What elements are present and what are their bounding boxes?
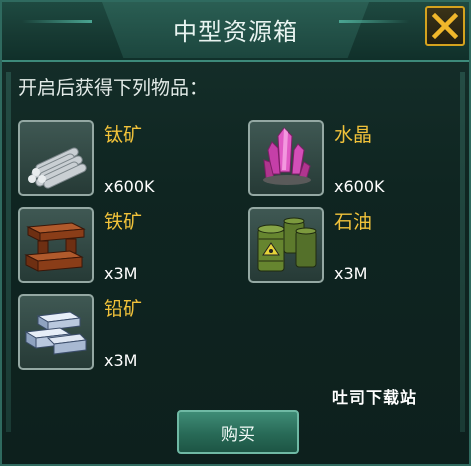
reward-thumb — [248, 120, 324, 196]
reward-item: 铁矿 x3M — [18, 207, 238, 287]
lead-ingots-icon — [24, 311, 88, 355]
reward-description: 开启后获得下列物品： — [18, 77, 209, 99]
reward-item: 钛矿 x600K — [18, 120, 238, 200]
title-bar: 中型资源箱 — [2, 2, 469, 62]
reward-item: 石油 x3M — [248, 207, 468, 287]
oil-barrels-icon — [257, 217, 317, 272]
reward-name: 铅矿 — [104, 298, 143, 320]
crystal-icon — [263, 127, 311, 185]
close-icon — [431, 12, 459, 40]
dialog-title: 中型资源箱 — [173, 18, 298, 46]
reward-name: 铁矿 — [104, 211, 143, 233]
reward-name: 钛矿 — [104, 124, 143, 146]
watermark-text: 吐司下载站 — [332, 388, 418, 407]
reward-name: 石油 — [334, 211, 373, 233]
buy-button[interactable]: 购买 — [177, 410, 299, 454]
reward-item: 水晶 x600K — [248, 120, 468, 200]
reward-quantity: x3M — [104, 264, 138, 283]
reward-item: 铅矿 x3M — [18, 294, 238, 374]
reward-thumb — [18, 294, 94, 370]
reward-quantity: x600K — [334, 177, 385, 196]
iron-ingots-icon — [24, 222, 86, 272]
resource-box-dialog: 中型资源箱 开启后获得下列物品： 钛矿 x600K 水晶 x600K 铁矿 x3… — [0, 0, 471, 466]
reward-thumb — [248, 207, 324, 283]
reward-quantity: x3M — [104, 351, 138, 370]
reward-quantity: x600K — [104, 177, 155, 196]
reward-thumb — [18, 207, 94, 283]
reward-thumb — [18, 120, 94, 196]
reward-quantity: x3M — [334, 264, 368, 283]
left-rail — [6, 72, 11, 432]
close-button[interactable] — [425, 6, 465, 46]
titanium-bars-icon — [28, 147, 87, 189]
reward-name: 水晶 — [334, 124, 373, 146]
